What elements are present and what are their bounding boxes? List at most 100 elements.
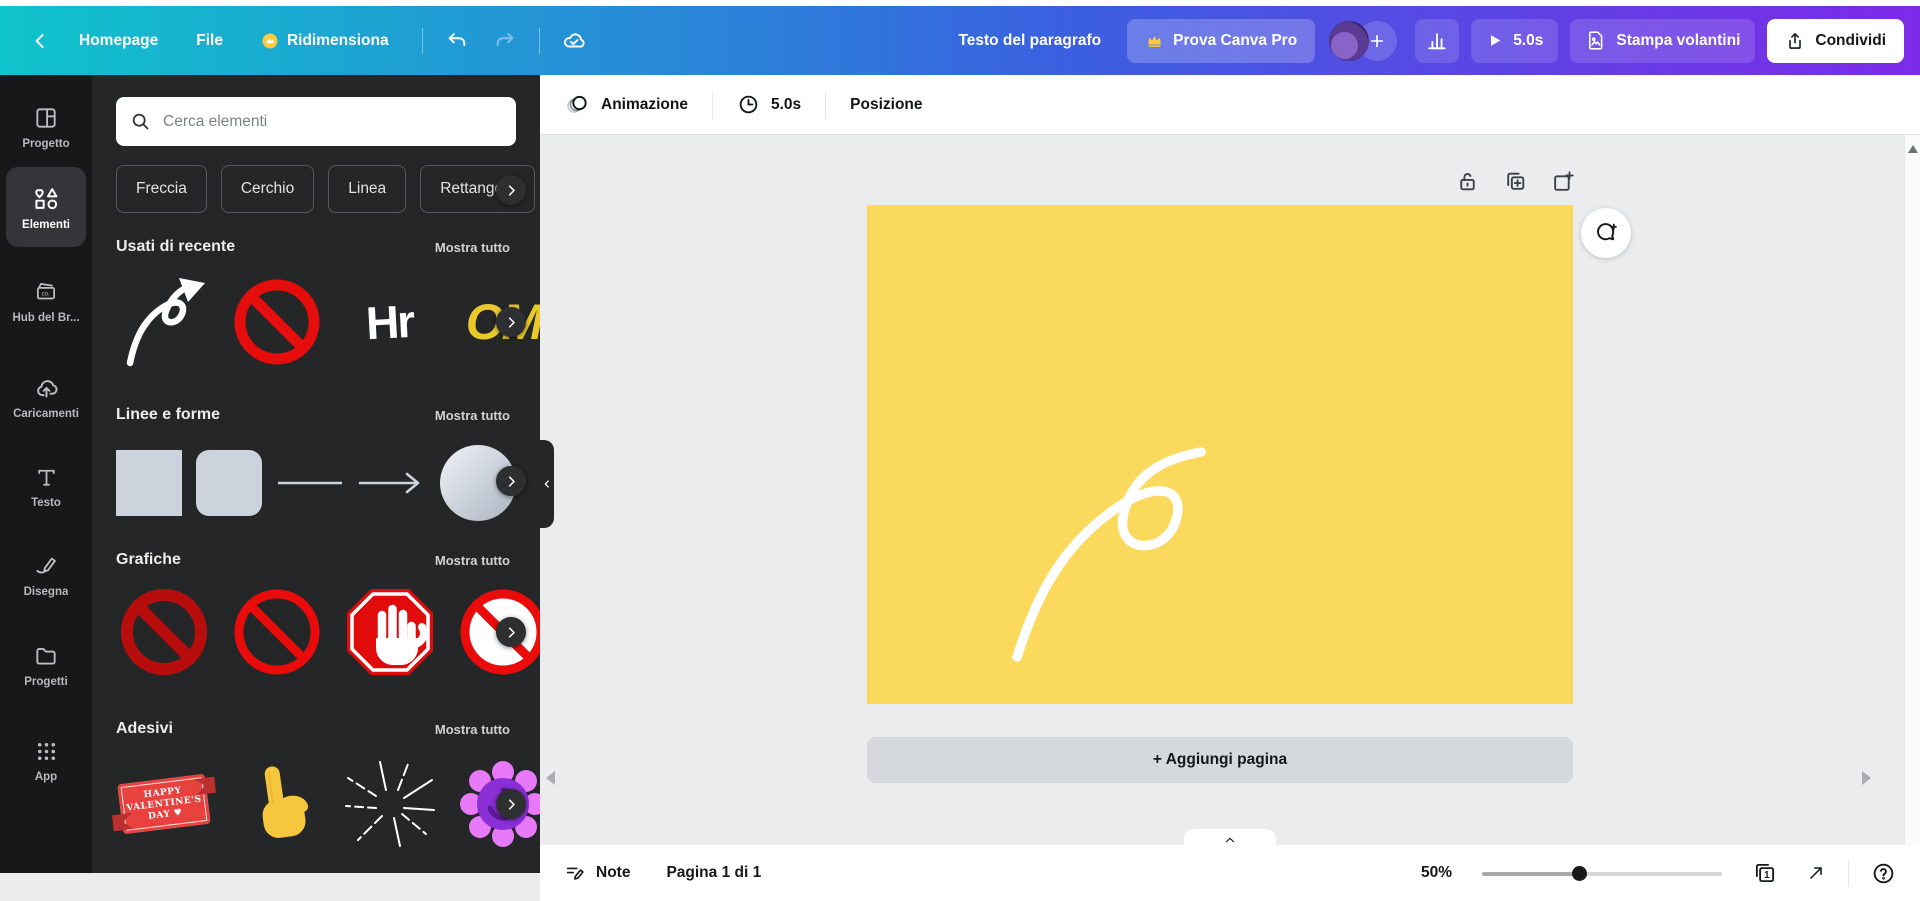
cloud-save-status-button[interactable] <box>554 21 594 61</box>
homepage-button[interactable]: Homepage <box>60 19 177 63</box>
sidebar-item-progetti[interactable]: Progetti <box>0 631 92 699</box>
fullscreen-button[interactable] <box>1806 863 1826 883</box>
redo-button[interactable] <box>485 21 525 61</box>
section-title: Grafiche <box>116 551 181 569</box>
zoom-percent[interactable]: 50% <box>1421 864 1452 882</box>
zoom-slider-thumb[interactable] <box>1572 866 1587 881</box>
position-button[interactable]: Posizione <box>850 96 922 114</box>
file-label: File <box>196 32 223 50</box>
show-all-link[interactable]: Mostra tutto <box>435 408 510 423</box>
sidebar-item-caricamenti[interactable]: Caricamenti <box>0 363 92 431</box>
folder-icon <box>33 643 59 669</box>
vertical-scrollbar[interactable] <box>1904 135 1920 845</box>
scroll-left-arrow[interactable] <box>546 771 555 785</box>
hr-text: Hr <box>365 294 415 350</box>
stickers-scroll-right-button[interactable] <box>496 789 526 819</box>
insights-button[interactable] <box>1415 19 1459 63</box>
sticker-valentine-banner[interactable]: HAPPY VALENTINE'S DAY ♥ <box>116 755 212 853</box>
uploads-cloud-icon <box>33 374 60 401</box>
resize-button[interactable]: Ridimensiona <box>242 19 408 63</box>
unlock-icon[interactable] <box>1455 169 1480 194</box>
duration-button[interactable]: 5.0s <box>737 93 801 116</box>
redo-icon <box>494 30 516 52</box>
sidebar-item-testo[interactable]: Testo <box>0 453 92 521</box>
chevron-left-icon <box>542 479 552 489</box>
sidebar-item-disegna[interactable]: Disegna <box>0 541 92 609</box>
rounded-square-shape <box>196 450 262 516</box>
panel-collapse-tab[interactable] <box>539 440 554 528</box>
workspace: + Aggiungi pagina Note Pagina 1 di 1 50%… <box>540 135 1920 873</box>
sticker-starburst[interactable] <box>342 755 438 853</box>
top-bar-right: 5.0s Stampa volantini Condividi <box>1415 19 1904 63</box>
add-comment-button[interactable] <box>1581 208 1631 258</box>
sticker-pointing-hand[interactable] <box>229 755 325 853</box>
sidebar-label: Hub del Br... <box>12 312 79 324</box>
add-page-button[interactable]: + Aggiungi pagina <box>867 737 1573 783</box>
notes-label: Note <box>596 864 630 882</box>
sidebar-item-hub-del-brand[interactable]: co. Hub del Br... <box>0 267 92 335</box>
recent-row: Hr OM <box>116 273 540 371</box>
animate-label: Animazione <box>601 96 688 114</box>
shapes-scroll-right-button[interactable] <box>496 466 526 496</box>
search-input[interactable] <box>161 112 502 132</box>
sidebar-label: Disegna <box>24 586 69 598</box>
clock-icon <box>737 93 760 116</box>
present-button[interactable]: 5.0s <box>1471 19 1558 63</box>
duplicate-page-icon[interactable] <box>1503 169 1528 194</box>
pages-view-button[interactable]: 1 <box>1752 860 1778 886</box>
chip-linea[interactable]: Linea <box>328 165 406 213</box>
animate-button[interactable]: Animazione <box>566 93 688 117</box>
shape-square-element[interactable] <box>116 450 182 516</box>
show-all-link[interactable]: Mostra tutto <box>435 240 510 255</box>
graphic-prohibition-dark-element[interactable] <box>116 583 212 681</box>
section-header-lines-shapes: Linee e forme Mostra tutto <box>116 406 510 424</box>
show-all-link[interactable]: Mostra tutto <box>435 722 510 737</box>
page-indicator[interactable]: Pagina 1 di 1 <box>666 864 761 882</box>
show-all-link[interactable]: Mostra tutto <box>435 553 510 568</box>
shape-arrow-line-element[interactable] <box>358 447 426 519</box>
avatar[interactable] <box>1329 21 1369 61</box>
shape-rounded-square-element[interactable] <box>196 450 262 516</box>
sidebar-label: Caricamenti <box>13 408 79 420</box>
crown-icon <box>1145 31 1164 50</box>
recent-curved-arrow-element[interactable] <box>116 273 212 371</box>
shape-line-element[interactable] <box>276 447 344 519</box>
brand-hub-icon: co. <box>33 279 59 305</box>
print-flyers-button[interactable]: Stampa volantini <box>1570 19 1755 63</box>
zoom-slider[interactable] <box>1482 866 1722 881</box>
back-button[interactable] <box>20 21 60 61</box>
document-title[interactable]: Testo del paragrafo <box>958 32 1101 50</box>
graphics-scroll-right-button[interactable] <box>496 617 526 647</box>
share-button[interactable]: Condividi <box>1767 19 1904 63</box>
sidebar-rail: Progetto Elementi co. Hub del Br... Cari… <box>0 75 92 873</box>
search-chips-row: Freccia Cerchio Linea Rettangolo <box>116 165 535 215</box>
try-pro-button[interactable]: Prova Canva Pro <box>1127 19 1315 63</box>
recent-prohibition-element[interactable] <box>229 273 325 371</box>
sidebar-item-elementi[interactable]: Elementi <box>6 167 86 247</box>
page-squiggle-element[interactable] <box>867 205 1573 704</box>
recent-scroll-right-button[interactable] <box>496 307 526 337</box>
graphic-prohibition-red-element[interactable] <box>229 583 325 681</box>
scroll-up-arrow[interactable] <box>1908 145 1918 153</box>
collapse-footer-button[interactable] <box>1184 829 1276 846</box>
add-page-icon[interactable] <box>1551 169 1576 194</box>
graphic-stop-hand-element[interactable] <box>342 583 438 681</box>
notes-button[interactable]: Note <box>564 862 630 884</box>
file-menu-button[interactable]: File <box>177 19 242 63</box>
scroll-right-arrow[interactable] <box>1862 771 1871 785</box>
recent-text-hr-element[interactable]: Hr <box>342 273 438 371</box>
sidebar-label: Elementi <box>22 219 70 231</box>
sidebar-item-app[interactable]: App <box>0 727 92 795</box>
chip-freccia[interactable]: Freccia <box>116 165 207 213</box>
sidebar-item-progetto[interactable]: Progetto <box>0 93 92 161</box>
divider <box>712 91 713 119</box>
design-page[interactable] <box>867 205 1573 704</box>
undo-icon <box>446 30 468 52</box>
play-icon <box>1486 32 1503 49</box>
animate-icon <box>566 93 590 117</box>
help-button[interactable] <box>1871 861 1896 886</box>
chip-cerchio[interactable]: Cerchio <box>221 165 314 213</box>
print-flyers-label: Stampa volantini <box>1616 32 1740 50</box>
undo-button[interactable] <box>437 21 477 61</box>
chips-scroll-right-button[interactable] <box>496 175 526 205</box>
